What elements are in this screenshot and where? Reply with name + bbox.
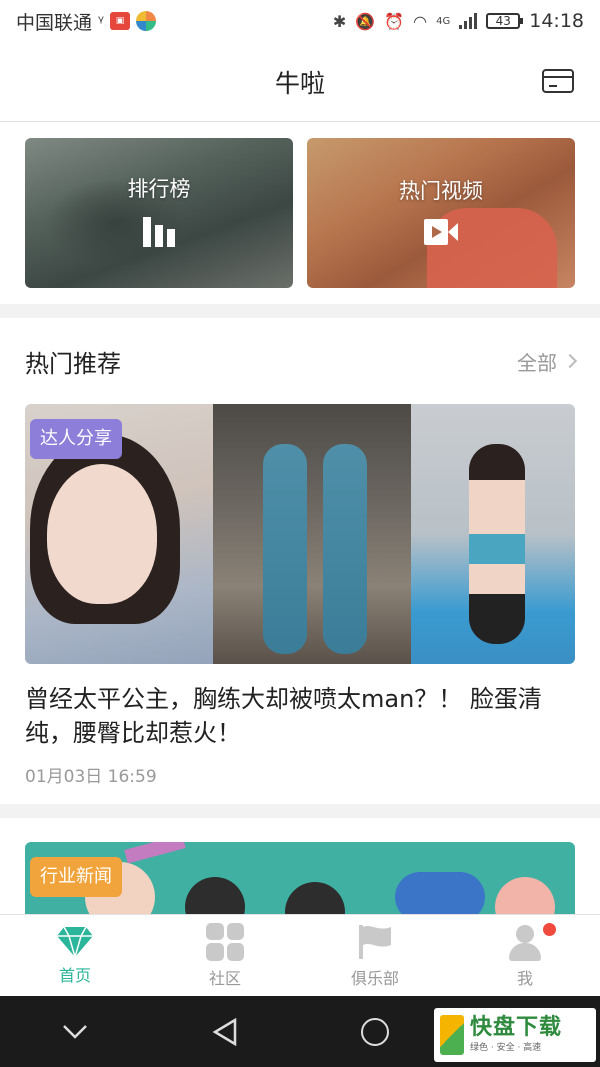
article-image: 达人分享 <box>25 404 575 664</box>
nav-me[interactable]: 我 <box>450 915 600 996</box>
nav-label: 首页 <box>58 965 91 985</box>
mute-icon: 🔕 <box>355 11 376 31</box>
section-header: 热门推荐 全部 <box>0 318 600 404</box>
notification-badge <box>543 923 556 936</box>
article-card[interactable]: 行业新闻 <box>25 842 575 922</box>
grid-icon <box>206 922 244 961</box>
nav-community[interactable]: 社区 <box>150 915 300 996</box>
nav-home[interactable]: 首页 <box>0 915 150 996</box>
home-button[interactable] <box>345 1002 405 1062</box>
ranking-label: 排行榜 <box>127 177 191 201</box>
carrier-name: 中国联通 <box>16 11 93 34</box>
bar-chart-icon <box>143 217 175 247</box>
ranking-card[interactable]: 排行榜 <box>25 138 293 288</box>
card-icon[interactable] <box>542 69 574 93</box>
nav-club[interactable]: 俱乐部 <box>300 915 450 996</box>
photo-mirror <box>213 404 411 664</box>
watermark-sub: 绿色 · 安全 · 高速 <box>470 1043 542 1053</box>
network-type: 4G <box>436 15 451 27</box>
bottom-nav: 首页 社区 俱乐部 我 <box>0 914 600 996</box>
top-cards: 排行榜 热门视频 <box>25 138 575 288</box>
article-image: 行业新闻 <box>25 842 575 922</box>
flag-icon <box>356 923 394 961</box>
app-notification-icon: ▣ <box>109 12 130 30</box>
battery-icon: 43 <box>486 13 524 29</box>
nav-label: 俱乐部 <box>350 968 399 988</box>
status-right: ✱ 🔕 ⏰ ◠ 4G 43 14:18 <box>333 10 584 32</box>
nav-label: 社区 <box>208 968 241 988</box>
video-camera-icon <box>424 219 458 245</box>
hot-video-card[interactable]: 热门视频 <box>307 138 575 288</box>
hot-video-label: 热门视频 <box>399 179 483 203</box>
home-circle-icon <box>361 1017 389 1046</box>
app-notification-icon-2 <box>135 11 156 31</box>
nav-label: 我 <box>516 968 533 988</box>
status-bar: 中国联通 ᵞ ▣ ✱ 🔕 ⏰ ◠ 4G 43 14:18 <box>0 0 600 42</box>
diamond-icon <box>56 926 94 958</box>
article-tag: 行业新闻 <box>30 857 122 897</box>
user-icon <box>506 923 544 961</box>
watermark-logo-icon <box>440 1015 464 1055</box>
chevron-right-icon <box>562 353 578 369</box>
clock: 14:18 <box>529 10 584 32</box>
watermark-main: 快盘下载 <box>470 1015 563 1040</box>
signal-icon <box>459 13 478 29</box>
section-title: 热门推荐 <box>25 349 121 378</box>
alarm-icon: ⏰ <box>384 11 405 31</box>
collapse-button[interactable] <box>45 1002 105 1062</box>
article-time: 01月03日 16:59 <box>25 767 157 787</box>
page-title: 牛啦 <box>274 68 325 98</box>
see-all-label: 全部 <box>517 350 557 375</box>
status-left: 中国联通 ᵞ ▣ <box>16 8 156 35</box>
article-tag: 达人分享 <box>30 419 122 459</box>
back-button[interactable] <box>195 1002 255 1062</box>
section-divider <box>0 304 600 318</box>
title-bar: 牛啦 <box>0 42 600 122</box>
watermark: 快盘下载 绿色 · 安全 · 高速 <box>434 1008 596 1062</box>
article-card[interactable]: 达人分享 曾经太平公主，胸练大却被喷太man？！ 脸蛋清纯，腰臀比却惹火！ 01… <box>25 404 575 787</box>
bluetooth-icon: ✱ <box>332 11 347 31</box>
wifi-calling-icon: ᵞ <box>98 11 104 31</box>
watermark-text: 快盘下载 绿色 · 安全 · 高速 <box>470 1015 562 1055</box>
chevron-down-icon <box>63 1024 87 1039</box>
wifi-icon: ◠ <box>413 11 428 31</box>
photo-gym <box>411 404 575 664</box>
see-all-link[interactable]: 全部 <box>517 347 578 376</box>
back-triangle-icon <box>212 1017 237 1046</box>
section-divider <box>0 804 600 818</box>
article-title: 曾经太平公主，胸练大却被喷太man？！ 脸蛋清纯，腰臀比却惹火！ <box>25 685 542 747</box>
